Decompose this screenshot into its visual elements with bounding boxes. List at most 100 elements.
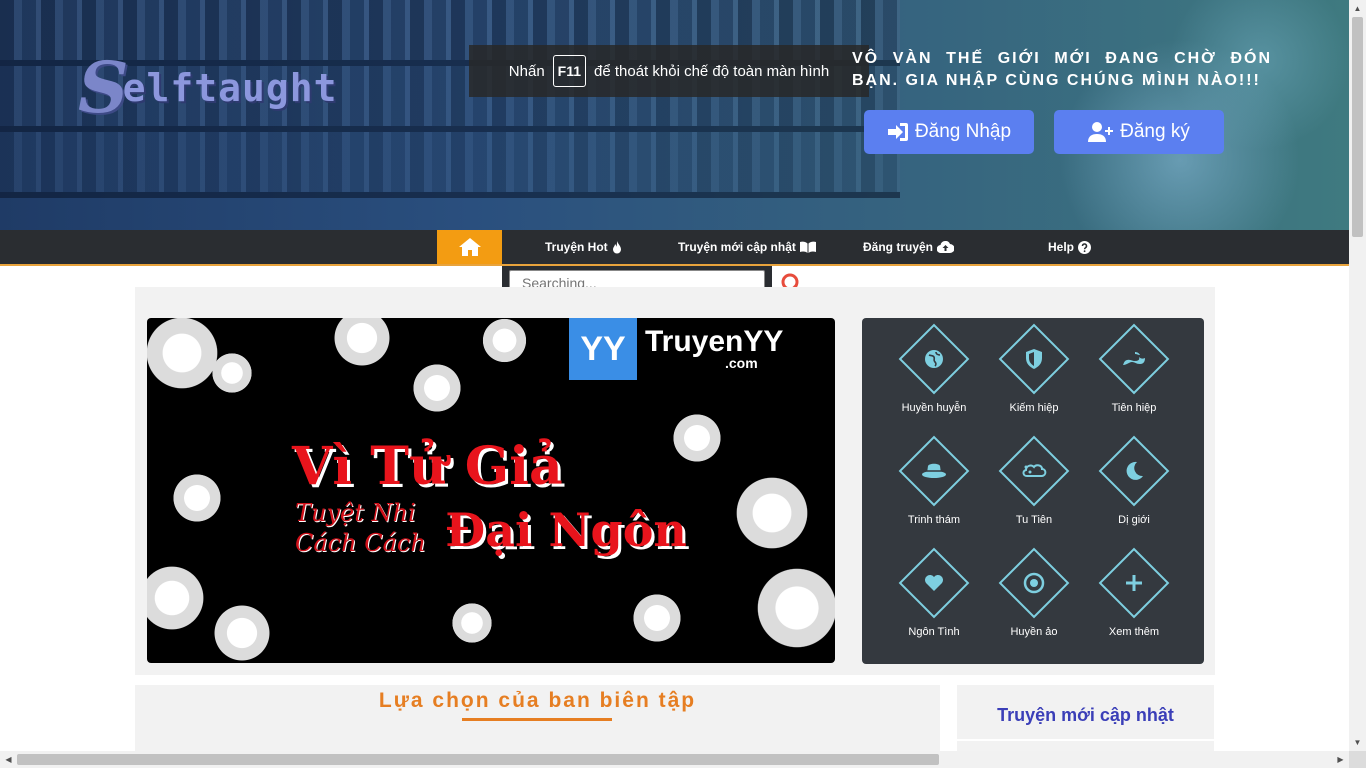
genre-label: Xem thêm	[1108, 626, 1160, 638]
slogan: VÔ VÀN THẾ GIỚI MỚI ĐANG CHỜ ĐÓN BẠN. GI…	[852, 50, 1272, 89]
featured-banner[interactable]: YY TruyenYY .com Vì Tử Giả Tuyệt Nhi Các…	[147, 318, 835, 663]
cloud-swirl-icon	[1022, 464, 1047, 477]
new-updates-section: Truyện mới cập nhật	[957, 685, 1214, 755]
scroll-down-arrow[interactable]: ▼	[1349, 734, 1366, 751]
genre-label: Ngôn Tình	[908, 626, 960, 638]
flower-decoration	[477, 318, 532, 368]
site-logo[interactable]: S elftaught	[78, 46, 358, 129]
scrollbar-corner	[1349, 751, 1366, 768]
genre-huyen-huyen[interactable]: Huyền huyễn	[884, 318, 984, 430]
nav-item-help[interactable]: Help	[1048, 230, 1092, 264]
editor-choice-underline	[462, 718, 612, 721]
moon-icon	[1126, 461, 1143, 480]
genre-xem-them[interactable]: Xem thêm	[1084, 542, 1184, 654]
flower-decoration	[207, 348, 257, 398]
nav-home-button[interactable]	[437, 230, 502, 264]
login-label: Đăng Nhập	[914, 121, 1012, 142]
genre-tu-tien[interactable]: Tu Tiên	[984, 430, 1084, 542]
editor-choice-title: Lựa chọn của ban biên tập	[378, 689, 697, 712]
shield-icon	[1026, 349, 1042, 369]
genre-diamond	[898, 547, 970, 619]
vertical-scrollbar[interactable]: ▲ ▼	[1349, 0, 1366, 751]
genre-panel: Huyền huyễn Kiếm hiệp Tiên hiệp Trinh th…	[862, 318, 1204, 664]
truyenyy-name: TruyenYY	[645, 325, 784, 358]
detective-hat-icon	[922, 463, 946, 478]
genre-trinh-tham[interactable]: Trinh thám	[884, 430, 984, 542]
cloud-upload-icon	[937, 241, 955, 253]
flower-decoration	[167, 468, 227, 528]
genre-diamond	[898, 323, 970, 395]
register-label: Đăng ký	[1120, 121, 1190, 142]
horizontal-scroll-thumb[interactable]	[17, 754, 939, 765]
truyenyy-text: TruyenYY .com	[645, 325, 784, 372]
sign-in-icon	[887, 123, 908, 141]
genre-huyen-ao[interactable]: Huyền ảo	[984, 542, 1084, 654]
genre-diamond	[1098, 323, 1170, 395]
nav-item-new-updates[interactable]: Truyện mới cập nhật	[678, 230, 816, 264]
logo-initial: S	[78, 46, 129, 129]
flower-decoration	[147, 558, 212, 638]
flower-decoration	[727, 468, 817, 558]
new-updates-divider	[957, 739, 1214, 741]
nav-item-label: Help	[1048, 240, 1075, 254]
fullscreen-notice-suffix: để thoát khỏi chế độ toàn màn hình	[594, 62, 830, 80]
fire-icon	[612, 240, 621, 253]
flower-decoration	[667, 408, 727, 468]
fullscreen-key: F11	[552, 55, 587, 87]
genre-label: Tu Tiên	[1015, 514, 1053, 526]
user-plus-icon	[1088, 122, 1114, 142]
vertical-scroll-thumb[interactable]	[1352, 17, 1363, 237]
main-navbar: Truyện Hot Truyện mới cập nhật Đăng truy…	[0, 230, 1349, 266]
login-button[interactable]: Đăng Nhập	[864, 110, 1034, 154]
genre-diamond	[1098, 547, 1170, 619]
flower-decoration	[627, 588, 687, 648]
flower-decoration	[327, 318, 397, 373]
editor-choice-section: Lựa chọn của ban biên tập	[135, 685, 940, 755]
dragon-icon	[1123, 352, 1145, 365]
home-icon	[458, 238, 481, 256]
nav-item-hot[interactable]: Truyện Hot	[545, 230, 622, 264]
truyenyy-badge: YY	[569, 318, 637, 380]
genre-diamond	[998, 435, 1070, 507]
question-circle-icon	[1078, 240, 1092, 254]
flower-decoration	[407, 358, 467, 418]
book-open-icon	[799, 241, 816, 253]
genre-ngon-tinh[interactable]: Ngôn Tình	[884, 542, 984, 654]
banner-title-line1: Vì Tử Giả	[292, 436, 563, 497]
truyenyy-logo: YY TruyenYY .com	[569, 318, 783, 380]
genre-diamond	[1098, 435, 1170, 507]
bookshelf-decoration	[0, 132, 900, 192]
genre-label: Trinh thám	[907, 514, 961, 526]
plus-icon	[1126, 575, 1142, 591]
flower-decoration	[447, 598, 497, 648]
target-icon	[1023, 572, 1045, 594]
scroll-left-arrow[interactable]: ◀	[0, 751, 17, 768]
new-updates-title: Truyện mới cập nhật	[997, 705, 1174, 725]
genre-di-gioi[interactable]: Dị giới	[1084, 430, 1184, 542]
genre-tien-hiep[interactable]: Tiên hiệp	[1084, 318, 1184, 430]
genre-diamond	[998, 547, 1070, 619]
scroll-right-arrow[interactable]: ▶	[1332, 751, 1349, 768]
nav-item-label: Truyện Hot	[545, 240, 608, 254]
heart-icon	[925, 575, 943, 591]
genre-label: Huyền ảo	[1010, 626, 1058, 638]
genre-kiem-hiep[interactable]: Kiếm hiệp	[984, 318, 1084, 430]
flower-decoration	[207, 598, 277, 663]
genre-diamond	[998, 323, 1070, 395]
genre-label: Kiếm hiệp	[1009, 402, 1059, 414]
logo-text: elftaught	[122, 66, 338, 110]
register-button[interactable]: Đăng ký	[1054, 110, 1224, 154]
header-banner: S elftaught Nhấn F11 để thoát khỏi chế đ…	[0, 0, 1349, 230]
fullscreen-notice: Nhấn F11 để thoát khỏi chế độ toàn màn h…	[469, 45, 869, 97]
horizontal-scrollbar[interactable]: ◀ ▶	[0, 751, 1349, 768]
fullscreen-notice-prefix: Nhấn	[508, 62, 545, 80]
genre-diamond	[898, 435, 970, 507]
banner-title-line2: Đại Ngôn	[445, 503, 687, 557]
nav-item-label: Đăng truyện	[863, 240, 934, 254]
genre-label: Huyền huyễn	[901, 402, 967, 414]
scroll-up-arrow[interactable]: ▲	[1349, 0, 1366, 17]
banner-subtitle: Tuyệt Nhi Cách Cách	[295, 499, 426, 557]
genre-label: Dị giới	[1118, 514, 1150, 526]
globe-icon	[925, 350, 943, 368]
nav-item-post-story[interactable]: Đăng truyện	[863, 230, 955, 264]
